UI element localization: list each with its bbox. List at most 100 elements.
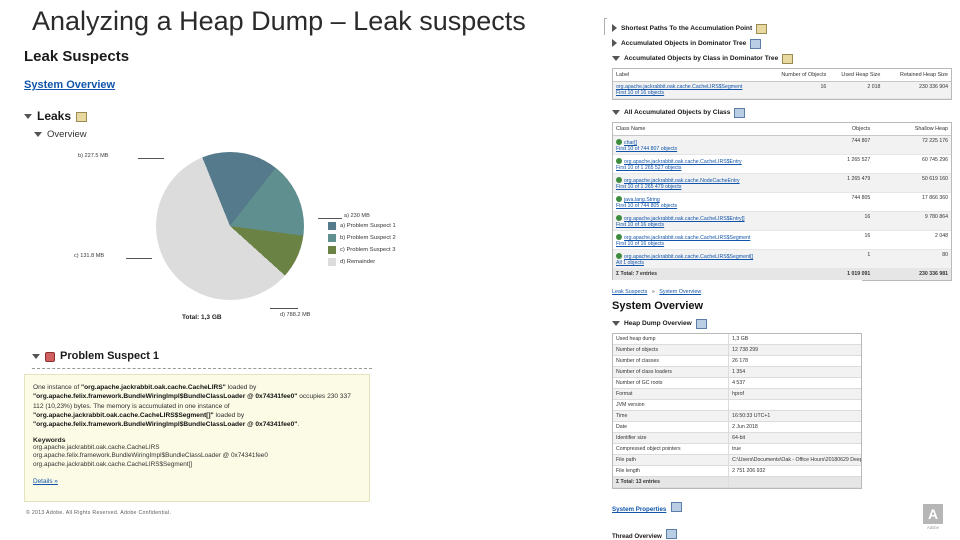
- property-key: Used heap dump: [613, 334, 730, 345]
- class-table-container: Class Name Objects Shallow Heap char[] Fi…: [612, 122, 952, 281]
- cell-objects: 744 805: [802, 192, 874, 212]
- table-row[interactable]: org.apache.jackrabbit.oak.cache.CacheLIR…: [613, 249, 951, 269]
- link-thread-overview[interactable]: Thread Overview: [612, 533, 662, 540]
- table-row[interactable]: java.lang.String First 10 of 744 805 obje…: [613, 192, 951, 212]
- property-value: C:\Users\Documents\Oak - Office Hours\20…: [728, 454, 861, 466]
- object-icon: [616, 196, 622, 202]
- section-shortest-paths[interactable]: Shortest Paths To the Accumulation Point: [612, 23, 952, 34]
- first-n-link[interactable]: First 10 of 16 objects: [616, 241, 799, 247]
- error-icon: [45, 352, 55, 362]
- table-row: Compressed object pointers true: [613, 443, 861, 455]
- table-row[interactable]: org.apache.jackrabbit.oak.cache.CacheLIR…: [613, 230, 951, 250]
- footer-copyright: © 2013 Adobe. All Rights Reserved. Adobe…: [26, 510, 172, 516]
- first-n-link[interactable]: First 10 of 1 265 479 objects: [616, 184, 799, 190]
- leader-line-c: [126, 258, 152, 259]
- chevron-down-icon: [612, 109, 620, 115]
- table-header-row: Label Number of Objects Used Heap Size R…: [613, 69, 951, 82]
- desc-b4: "org.apache.felix.framework.BundleWiring…: [33, 421, 298, 429]
- chevron-down-icon: [32, 353, 40, 359]
- keyword-item: org.apache.felix.framework.BundleWiringI…: [33, 452, 268, 460]
- col-shallow-heap: Shallow Heap: [873, 123, 951, 136]
- table-row: Number of classes 26 178: [613, 355, 861, 367]
- breadcrumb-leak-suspects[interactable]: Leak Suspects: [612, 289, 647, 295]
- col-used-heap-size: Used Heap Size: [829, 69, 884, 82]
- leak-suspects-pie-chart: b) 227.5 MB a) 230 MB c) 131.8 MB d) 788…: [30, 140, 410, 345]
- legend-swatch-c: [328, 246, 336, 254]
- cell-objects: 16: [771, 81, 830, 99]
- table-row: Number of GC roots 4 537: [613, 377, 861, 389]
- cell-used-heap: 2 018: [829, 81, 884, 99]
- export-icon[interactable]: [782, 54, 794, 64]
- property-value: 12 738 299: [728, 344, 861, 356]
- cell-class-name[interactable]: java.lang.String First 10 of 744 805 obje…: [613, 192, 803, 212]
- dominator-table-container: Label Number of Objects Used Heap Size R…: [612, 68, 952, 100]
- adobe-mark-icon: A: [923, 504, 943, 524]
- table-row[interactable]: org.apache.jackrabbit.oak.cache.CacheLIR…: [613, 81, 951, 99]
- table-row: JVM version: [613, 399, 861, 411]
- table-row[interactable]: org.apache.jackrabbit.oak.cache.CacheLIR…: [613, 211, 951, 231]
- problem-suspect-toggle[interactable]: Problem Suspect 1: [32, 350, 159, 362]
- object-icon: [616, 177, 622, 183]
- leaks-section-toggle[interactable]: Leaks: [24, 109, 404, 123]
- dominator-table: Label Number of Objects Used Heap Size R…: [613, 69, 951, 99]
- export-icon[interactable]: [756, 24, 768, 34]
- details-link[interactable]: Details »: [33, 478, 58, 485]
- table-row[interactable]: org.apache.jackrabbit.oak.cache.CacheLIR…: [613, 154, 951, 174]
- section-label: Accumulated Objects in Dominator Tree: [621, 39, 747, 47]
- cell-class-name[interactable]: org.apache.jackrabbit.oak.cache.CacheLIR…: [613, 230, 803, 250]
- cell-class-name[interactable]: org.apache.jackrabbit.oak.cache.CacheLIR…: [613, 211, 803, 231]
- legend-item: a) Problem Suspect 1: [328, 222, 396, 230]
- export-icon[interactable]: [734, 108, 746, 118]
- cell-class-name[interactable]: char[] First 10 of 744 807 objects: [613, 135, 803, 155]
- section-accumulated-dominator[interactable]: Accumulated Objects in Dominator Tree: [612, 38, 952, 49]
- section-label: All Accumulated Objects by Class: [624, 108, 731, 116]
- first-n-link[interactable]: First 10 of 16 objects: [616, 222, 799, 228]
- first-n-link[interactable]: First 10 of 1 265 527 objects: [616, 165, 799, 171]
- cell-class-name[interactable]: org.apache.jackrabbit.oak.cache.CacheLIR…: [613, 154, 803, 174]
- first-n-link[interactable]: First 10 of 16 objects: [616, 90, 769, 96]
- pie-graphic: [156, 152, 304, 300]
- first-n-link[interactable]: First 10 of 744 805 objects: [616, 203, 799, 209]
- section-accumulated-by-class-dominator[interactable]: Accumulated Objects by Class in Dominato…: [612, 53, 952, 64]
- breadcrumb-system-overview[interactable]: System Overview: [659, 289, 701, 295]
- overview-section-toggle[interactable]: Overview: [34, 129, 404, 140]
- cell-class-name[interactable]: org.apache.jackrabbit.oak.cache.NodeCach…: [613, 173, 803, 193]
- section-heap-dump-overview[interactable]: Heap Dump Overview: [612, 318, 862, 329]
- total-label: Σ Total: 13 entries: [613, 476, 730, 488]
- section-all-accumulated-by-class[interactable]: All Accumulated Objects by Class: [612, 107, 952, 118]
- total-value: [728, 476, 861, 488]
- export-icon[interactable]: [750, 39, 762, 49]
- export-icon[interactable]: [695, 319, 707, 329]
- property-key: Number of classes: [613, 355, 730, 367]
- cell-class-name[interactable]: org.apache.jackrabbit.oak.cache.CacheLIR…: [613, 249, 803, 269]
- cell-shallow-heap: 72 225 176: [873, 135, 951, 155]
- object-icon: [616, 158, 622, 164]
- property-value: 16:50:33 UTC+1: [728, 410, 861, 422]
- cell-label[interactable]: org.apache.jackrabbit.oak.cache.CacheLIR…: [613, 81, 772, 99]
- chevron-down-icon: [34, 132, 42, 137]
- cell-objects: 1 265 527: [802, 154, 874, 174]
- chevron-down-icon: [24, 113, 32, 119]
- property-key: Identifier size: [613, 432, 730, 444]
- table-row[interactable]: char[] First 10 of 744 807 objects 744 807…: [613, 135, 951, 155]
- export-icon[interactable]: [666, 529, 678, 539]
- leader-line-b: [138, 158, 164, 159]
- section-label: Accumulated Objects by Class in Dominato…: [624, 54, 779, 62]
- class-table-body: char[] First 10 of 744 807 objects 744 807…: [613, 135, 951, 280]
- table-row[interactable]: org.apache.jackrabbit.oak.cache.NodeCach…: [613, 173, 951, 193]
- system-overview-link[interactable]: System Overview: [24, 79, 115, 91]
- link-row: System Properties: [612, 498, 862, 516]
- chevron-right-icon: [612, 39, 617, 47]
- export-icon[interactable]: [670, 502, 682, 512]
- property-key: Date: [613, 421, 730, 433]
- first-n-link[interactable]: All 1 objects: [616, 260, 799, 266]
- total-label: Σ Total: 7 entries: [613, 268, 803, 280]
- first-n-link[interactable]: First 10 of 744 807 objects: [616, 146, 799, 152]
- panel-edge: [604, 18, 607, 35]
- chart-legend: a) Problem Suspect 1 b) Problem Suspect …: [328, 222, 396, 270]
- export-icon[interactable]: [76, 112, 88, 122]
- link-system-properties[interactable]: System Properties: [612, 506, 666, 513]
- adobe-wordmark: Adobe: [926, 525, 940, 530]
- table-row: Date 2 Jun 2018: [613, 421, 861, 433]
- legend-label-a: a) Problem Suspect 1: [340, 223, 396, 229]
